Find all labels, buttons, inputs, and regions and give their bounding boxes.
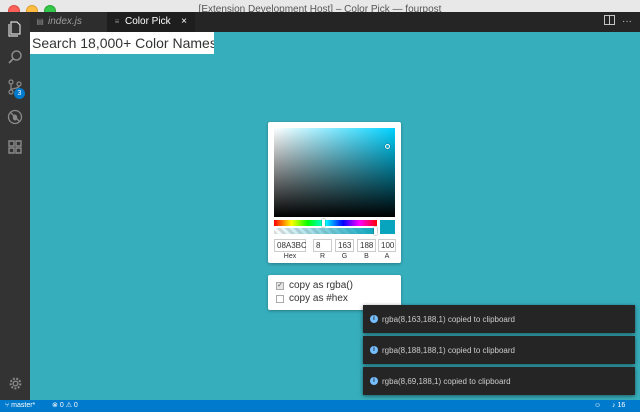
color-swatch xyxy=(380,220,395,234)
status-bar: ⑂ master* ⊗ 0 ⚠ 0 ☺ ♪ 16 xyxy=(0,400,640,412)
branch-name: master* xyxy=(11,402,36,409)
saturation-cursor[interactable] xyxy=(385,144,390,149)
error-icon: ⊗ xyxy=(52,402,58,409)
more-actions-icon[interactable]: ··· xyxy=(620,15,634,29)
copy-rgba-checkbox[interactable]: ✓ xyxy=(276,281,284,290)
preview-file-icon: ≡ xyxy=(114,17,120,26)
saturation-area[interactable] xyxy=(274,128,395,217)
warning-icon: ⚠ xyxy=(65,402,72,409)
problems-status[interactable]: ⊗ 0 ⚠ 0 xyxy=(52,400,78,412)
debug-icon[interactable] xyxy=(0,102,30,132)
notification-toast[interactable]: i rgba(8,188,188,1) copied to clipboard xyxy=(363,336,635,364)
copy-hex-option[interactable]: copy as #hex xyxy=(276,292,348,305)
copy-rgba-label: copy as rgba() xyxy=(289,280,353,291)
source-control-badge: 3 xyxy=(14,88,25,99)
alpha-input[interactable] xyxy=(378,239,396,252)
color-name-search-input[interactable] xyxy=(30,32,214,54)
hex-input[interactable] xyxy=(274,239,306,252)
notification-count: 16 xyxy=(617,402,626,409)
notification-toast[interactable]: i rgba(8,163,188,1) copied to clipboard xyxy=(363,305,635,333)
warning-count: 0 xyxy=(73,402,78,409)
error-count: 0 xyxy=(59,402,64,409)
copy-hex-checkbox[interactable] xyxy=(276,294,284,303)
hex-label: Hex xyxy=(283,253,297,260)
notification-message: rgba(8,188,188,1) copied to clipboard xyxy=(382,345,515,355)
copy-rgba-option[interactable]: ✓ copy as rgba() xyxy=(276,279,353,292)
extensions-icon[interactable] xyxy=(0,132,30,162)
green-label: G xyxy=(341,253,348,260)
git-branch-icon: ⑂ xyxy=(5,402,10,409)
alpha-label: A xyxy=(384,253,390,260)
tab-label: Color Pick xyxy=(125,16,171,27)
tab-color-pick[interactable]: ≡ Color Pick × xyxy=(107,12,195,32)
tab-label: index.js xyxy=(48,16,82,27)
notifications-status[interactable]: ♪ 16 xyxy=(612,400,625,412)
source-control-icon[interactable]: 3 xyxy=(0,72,30,102)
editor-tab-bar: ▤ index.js ≡ Color Pick × ··· xyxy=(30,12,640,32)
bell-icon: ♪ xyxy=(612,402,616,409)
info-icon: i xyxy=(370,315,378,323)
red-input[interactable] xyxy=(313,239,332,252)
search-icon[interactable] xyxy=(0,42,30,72)
activity-bar: 3 xyxy=(0,12,30,400)
blue-input[interactable] xyxy=(357,239,376,252)
files-icon[interactable] xyxy=(0,14,30,44)
green-input[interactable] xyxy=(335,239,354,252)
blue-label: B xyxy=(364,253,369,260)
info-icon: i xyxy=(370,377,378,385)
alpha-slider-handle[interactable] xyxy=(374,227,377,235)
notification-message: rgba(8,69,188,1) copied to clipboard xyxy=(382,376,511,386)
tab-index-js[interactable]: ▤ index.js xyxy=(30,12,107,32)
branch-status[interactable]: ⑂ master* xyxy=(5,400,35,412)
feedback-smiley-icon[interactable]: ☺ xyxy=(594,400,601,412)
alpha-slider[interactable] xyxy=(274,228,377,234)
red-label: R xyxy=(319,253,326,260)
notification-toast[interactable]: i rgba(8,69,188,1) copied to clipboard xyxy=(363,367,635,395)
info-icon: i xyxy=(370,346,378,354)
split-editor-icon[interactable] xyxy=(602,15,616,29)
hue-slider[interactable] xyxy=(274,220,377,226)
gear-icon[interactable] xyxy=(0,368,30,398)
notification-message: rgba(8,163,188,1) copied to clipboard xyxy=(382,314,515,324)
hue-slider-handle[interactable] xyxy=(322,219,325,227)
color-picker-panel: Hex R G B A xyxy=(268,122,401,263)
js-file-icon: ▤ xyxy=(36,17,44,26)
copy-hex-label: copy as #hex xyxy=(289,293,348,304)
close-tab-icon[interactable]: × xyxy=(181,12,187,32)
